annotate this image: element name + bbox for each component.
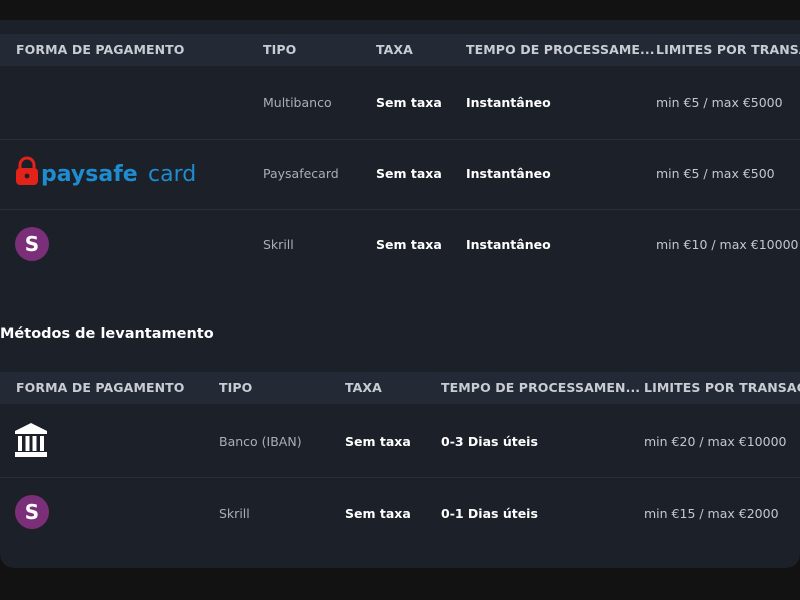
row-fee: Sem taxa [376, 95, 442, 110]
header-time: TEMPO DE PROCESSAMEN... [441, 380, 641, 395]
row-limits: min €5 / max €500 [656, 166, 775, 181]
header-method: FORMA DE PAGAMENTO [16, 42, 185, 57]
header-time: TEMPO DE PROCESSAME... [466, 42, 655, 57]
row-limits: min €5 / max €5000 [656, 95, 783, 110]
row-divider [0, 139, 800, 140]
row-type: Skrill [219, 506, 250, 521]
row-fee: Sem taxa [345, 434, 411, 449]
row-divider [0, 477, 800, 478]
header-fee: TAXA [345, 380, 382, 395]
row-type: Skrill [263, 237, 294, 252]
row-type: Paysafecard [263, 166, 339, 181]
header-type: TIPO [263, 42, 297, 57]
row-fee: Sem taxa [345, 506, 411, 521]
row-fee: Sem taxa [376, 166, 442, 181]
section-title: Métodos de levantamento [0, 326, 214, 342]
row-time: 0-1 Dias úteis [441, 506, 538, 521]
deposit-row-skrill: Skrill Sem taxa Instantâneo min €10 / ma… [0, 237, 800, 257]
row-limits: min €20 / max €10000 [644, 434, 787, 449]
row-type: Multibanco [263, 95, 332, 110]
header-fee: TAXA [376, 42, 413, 57]
header-method: FORMA DE PAGAMENTO [16, 380, 185, 395]
deposit-row-paysafecard: Paysafecard Sem taxa Instantâneo min €5 … [0, 166, 800, 186]
withdrawal-row-bank: Banco (IBAN) Sem taxa 0-3 Dias úteis min… [0, 434, 800, 454]
row-time: Instantâneo [466, 166, 551, 181]
row-type: Banco (IBAN) [219, 434, 302, 449]
row-fee: Sem taxa [376, 237, 442, 252]
header-limits: LIMITES POR TRANSA... [656, 42, 800, 57]
withdrawal-table-header: FORMA DE PAGAMENTO TIPO TAXA TEMPO DE PR… [0, 372, 800, 404]
row-time: 0-3 Dias úteis [441, 434, 538, 449]
deposit-row-multibanco: Multibanco Sem taxa Instantâneo min €5 /… [0, 95, 800, 115]
row-limits: min €15 / max €2000 [644, 506, 779, 521]
deposit-table-header: FORMA DE PAGAMENTO TIPO TAXA TEMPO DE PR… [0, 34, 800, 66]
withdrawal-row-skrill: Skrill Sem taxa 0-1 Dias úteis min €15 /… [0, 506, 800, 526]
header-limits: LIMITES POR TRANSAÇÃ [644, 380, 800, 395]
row-limits: min €10 / max €10000 [656, 237, 799, 252]
payment-methods-panel: FORMA DE PAGAMENTO TIPO TAXA TEMPO DE PR… [0, 20, 800, 568]
row-divider [0, 209, 800, 210]
header-type: TIPO [219, 380, 253, 395]
row-time: Instantâneo [466, 95, 551, 110]
row-time: Instantâneo [466, 237, 551, 252]
